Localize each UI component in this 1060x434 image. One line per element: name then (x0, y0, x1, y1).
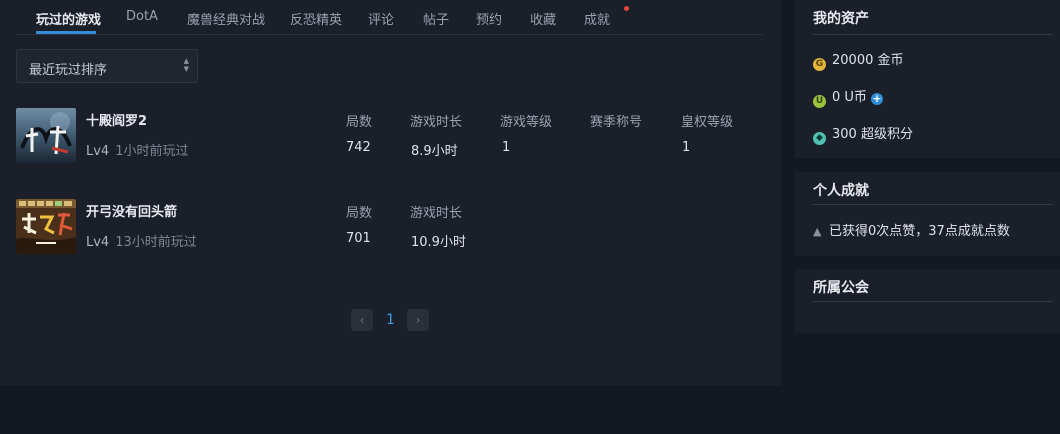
tab-favorites[interactable]: 收藏 (530, 9, 556, 28)
stat-header-game-level: 游戏等级 (500, 115, 553, 130)
game-last-played: 13小时前玩过 (115, 235, 197, 250)
notification-dot (624, 6, 629, 11)
ucoin-balance: U 0 U币 + (813, 86, 883, 108)
stat-value-game-level: 1 (502, 140, 511, 155)
stat-value-play-time: 8.9小时 (411, 144, 458, 159)
super-points-icon: ◆ (813, 132, 826, 145)
stat-header-matches: 局数 (346, 206, 373, 221)
game-title[interactable]: 开弓没有回头箭 (86, 201, 177, 220)
tab-played-games[interactable]: 玩过的游戏 (36, 9, 101, 28)
game-row: 十殿阎罗2 Lv4 1小时前玩过 局数 742 游戏时长 8.9小时 游戏等级 1… (16, 108, 762, 168)
main-panel: 玩过的游戏 DotA 魔兽经典对战 反恐精英 评论 帖子 预约 收藏 成就 最近… (0, 0, 782, 386)
active-tab-indicator (36, 31, 96, 34)
game-level-value: Lv4 (86, 144, 110, 159)
game-level: Lv4 13小时前玩过 (86, 231, 197, 250)
stat-header-matches: 局数 (346, 115, 373, 130)
super-points-balance: ◆ 300 超级积分 (813, 123, 913, 145)
game-level: Lv4 1小时前玩过 (86, 140, 189, 159)
stat-value-royal-level: 1 (682, 140, 691, 155)
game-cover-image[interactable] (16, 108, 76, 163)
achievements-card: 个人成就 ▲ 已获得0次点赞，37点成就点数 (795, 172, 1060, 256)
ucoin-balance-text: 0 U币 (832, 90, 867, 105)
tab-comments[interactable]: 评论 (368, 9, 394, 28)
tab-reservations[interactable]: 预约 (476, 9, 502, 28)
tab-achievements[interactable]: 成就 (584, 9, 610, 28)
gold-balance: G 20000 金币 (813, 49, 904, 71)
prev-page-button[interactable]: ‹ (351, 309, 373, 331)
sort-dropdown-value: 最近玩过排序 (29, 63, 108, 78)
game-last-played: 1小时前玩过 (115, 144, 189, 159)
game-level-value: Lv4 (86, 235, 110, 250)
achievements-summary: ▲ 已获得0次点赞，37点成就点数 (813, 220, 1010, 239)
game-cover-image[interactable] (16, 199, 76, 254)
divider (813, 204, 1053, 205)
assets-card: 我的资产 G 20000 金币 U 0 U币 + ◆ 300 超级积分 (795, 0, 1060, 158)
gold-coin-icon: G (813, 58, 826, 71)
sort-dropdown[interactable]: 最近玩过排序 ▲ ▼ (16, 49, 198, 83)
divider (813, 301, 1053, 302)
achievements-title: 个人成就 (813, 183, 869, 199)
super-points-text: 300 超级积分 (832, 127, 913, 142)
thumbs-up-icon: ▲ (813, 225, 822, 238)
divider (813, 34, 1053, 35)
tab-posts[interactable]: 帖子 (423, 9, 449, 28)
guild-card: 所属公会 (795, 269, 1060, 333)
stat-value-play-time: 10.9小时 (411, 235, 466, 250)
tab-warcraft-classic[interactable]: 魔兽经典对战 (187, 9, 265, 28)
stat-value-matches: 742 (346, 140, 371, 155)
page-number-current[interactable]: 1 (386, 312, 395, 328)
tab-bar: 玩过的游戏 DotA 魔兽经典对战 反恐精英 评论 帖子 预约 收藏 成就 (16, 0, 762, 35)
gold-balance-text: 20000 金币 (832, 53, 904, 68)
tab-dota[interactable]: DotA (126, 9, 158, 24)
u-coin-icon: U (813, 95, 826, 108)
achievements-text: 已获得0次点赞，37点成就点数 (829, 224, 1010, 239)
next-page-button[interactable]: › (407, 309, 429, 331)
tab-counter-strike[interactable]: 反恐精英 (290, 9, 342, 28)
assets-title: 我的资产 (813, 11, 869, 27)
game-title[interactable]: 十殿阎罗2 (86, 110, 147, 129)
stat-header-season-title: 赛季称号 (590, 115, 643, 130)
stat-header-play-time: 游戏时长 (410, 206, 463, 221)
stat-header-play-time: 游戏时长 (410, 115, 463, 130)
add-icon[interactable]: + (870, 93, 883, 105)
sort-arrows-icon: ▲ ▼ (183, 57, 189, 73)
guild-title: 所属公会 (813, 280, 869, 296)
game-row: 开弓没有回头箭 Lv4 13小时前玩过 局数 701 游戏时长 10.9小时 (16, 199, 762, 259)
stat-value-matches: 701 (346, 231, 371, 246)
stat-header-royal-level: 皇权等级 (681, 115, 734, 130)
